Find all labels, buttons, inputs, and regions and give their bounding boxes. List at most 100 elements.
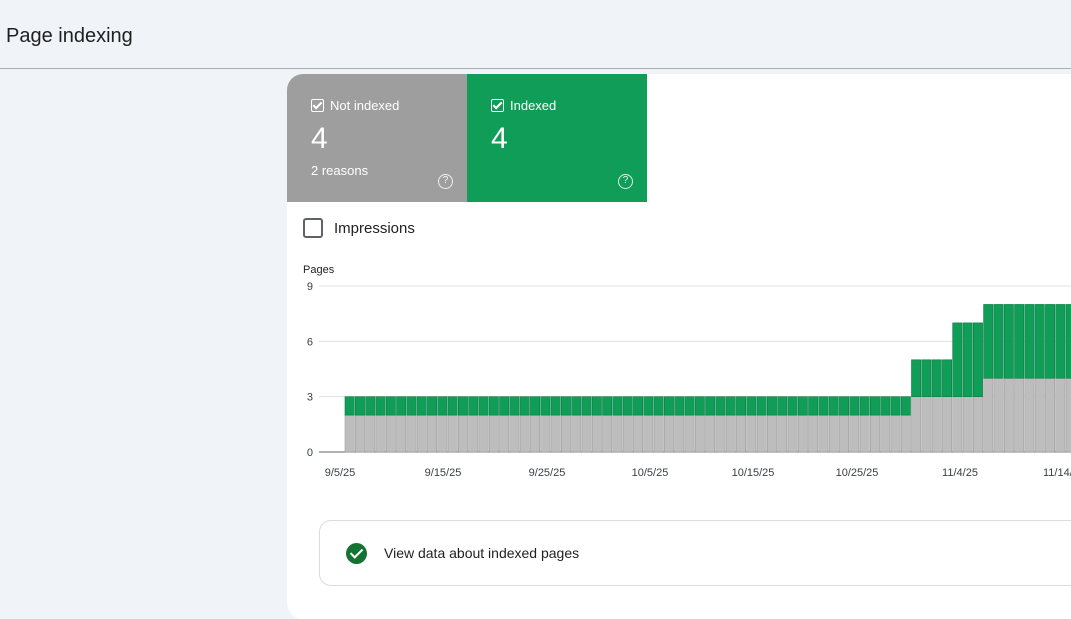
- bar-indexed: [396, 396, 407, 416]
- bar-indexed: [1034, 304, 1045, 379]
- bar-indexed: [416, 396, 427, 416]
- bar-not-indexed: [488, 414, 499, 453]
- tile-indexed[interactable]: Indexed 4 ?: [467, 74, 647, 202]
- bar-indexed: [839, 396, 850, 416]
- x-tick-label: 11/4/25: [942, 467, 978, 479]
- bar-indexed: [365, 396, 376, 416]
- bar-not-indexed: [365, 414, 376, 453]
- tile-indexed-count: 4: [491, 122, 508, 155]
- bar-not-indexed: [663, 414, 674, 453]
- bar-indexed: [777, 396, 788, 416]
- x-tick-label: 11/14/25: [1043, 467, 1071, 479]
- bar-indexed: [787, 396, 798, 416]
- bar-not-indexed: [900, 414, 911, 453]
- bar-indexed: [952, 322, 963, 397]
- bar-indexed: [355, 396, 365, 416]
- bar-not-indexed: [931, 396, 942, 453]
- bar-not-indexed: [478, 414, 489, 453]
- bar-indexed: [828, 396, 839, 416]
- view-indexed-pages-button[interactable]: View data about indexed pages: [319, 520, 1071, 586]
- bar-not-indexed: [869, 414, 880, 453]
- bar-indexed: [921, 359, 932, 397]
- bar-not-indexed: [694, 414, 705, 453]
- bar-not-indexed: [396, 414, 407, 453]
- bar-not-indexed: [736, 414, 746, 453]
- bar-not-indexed: [519, 414, 530, 453]
- page-title: Page indexing: [6, 25, 133, 47]
- y-tick-label: 3: [307, 392, 313, 404]
- bar-indexed: [437, 396, 448, 416]
- bar-not-indexed: [828, 414, 839, 453]
- bar-indexed: [447, 396, 458, 416]
- tile-not-indexed-count: 4: [311, 122, 328, 155]
- bar-not-indexed: [911, 396, 922, 453]
- checkbox-checked-icon[interactable]: [491, 99, 504, 112]
- bar-not-indexed: [447, 414, 458, 453]
- bar-not-indexed: [674, 414, 685, 453]
- bar-indexed: [499, 396, 510, 416]
- bar-indexed: [1014, 304, 1025, 379]
- bar-not-indexed: [416, 414, 427, 453]
- bar-indexed: [1055, 304, 1066, 379]
- bar-not-indexed: [942, 396, 953, 453]
- bar-not-indexed: [849, 414, 860, 453]
- checkbox-unchecked-icon[interactable]: [303, 218, 323, 238]
- bar-not-indexed: [1065, 377, 1071, 453]
- bar-not-indexed: [355, 414, 365, 453]
- bar-not-indexed: [385, 414, 396, 453]
- bar-indexed: [725, 396, 736, 416]
- bar-indexed: [458, 396, 468, 416]
- bar-indexed: [756, 396, 767, 416]
- bar-indexed: [736, 396, 746, 416]
- bar-not-indexed: [344, 414, 355, 453]
- bar-indexed: [869, 396, 880, 416]
- bar-indexed: [900, 396, 911, 416]
- bar-not-indexed: [612, 414, 623, 453]
- bar-not-indexed: [746, 414, 757, 453]
- bar-not-indexed: [1055, 377, 1066, 453]
- tile-not-indexed[interactable]: Not indexed 4 2 reasons ?: [287, 74, 467, 202]
- y-tick-label: 9: [307, 281, 313, 293]
- bar-not-indexed: [777, 414, 788, 453]
- bar-not-indexed: [725, 414, 736, 453]
- bar-indexed: [488, 396, 499, 416]
- bar-indexed: [663, 396, 674, 416]
- checkbox-checked-icon[interactable]: [311, 99, 324, 112]
- bar-not-indexed: [705, 414, 716, 453]
- bar-indexed: [602, 396, 613, 416]
- bar-not-indexed: [643, 414, 654, 453]
- bar-indexed: [385, 396, 396, 416]
- bar-indexed: [849, 396, 860, 416]
- bar-not-indexed: [633, 414, 643, 453]
- bar-indexed: [962, 322, 973, 397]
- bar-not-indexed: [1003, 377, 1014, 453]
- help-icon[interactable]: ?: [618, 174, 633, 189]
- bar-indexed: [540, 396, 551, 416]
- bar-indexed: [684, 396, 695, 416]
- bar-not-indexed: [375, 414, 386, 453]
- bar-not-indexed: [890, 414, 901, 453]
- bar-not-indexed: [1024, 377, 1035, 453]
- bar-indexed: [633, 396, 643, 416]
- bar-not-indexed: [622, 414, 633, 453]
- help-icon[interactable]: ?: [438, 174, 453, 189]
- y-tick-label: 6: [307, 336, 313, 348]
- bar-indexed: [519, 396, 530, 416]
- x-tick-label: 10/5/25: [632, 467, 669, 479]
- header-divider: [0, 68, 1071, 69]
- bar-indexed: [808, 396, 819, 416]
- x-tick-label: 10/15/25: [732, 467, 775, 479]
- bar-indexed: [715, 396, 726, 416]
- bar-not-indexed: [1045, 377, 1056, 453]
- bar-not-indexed: [406, 414, 417, 453]
- bar-indexed: [622, 396, 633, 416]
- y-axis-label: Pages: [303, 264, 335, 276]
- bar-not-indexed: [859, 414, 870, 453]
- bar-indexed: [468, 396, 479, 416]
- impressions-toggle[interactable]: Impressions: [303, 218, 415, 238]
- bar-not-indexed: [581, 414, 592, 453]
- bar-indexed: [1003, 304, 1014, 379]
- bar-indexed: [746, 396, 757, 416]
- bar-not-indexed: [509, 414, 520, 453]
- indexing-chart: Pages 0 3 6 9 9/5/25 9/15/25 9/25/25 10/5/25 10/1…: [303, 264, 1071, 479]
